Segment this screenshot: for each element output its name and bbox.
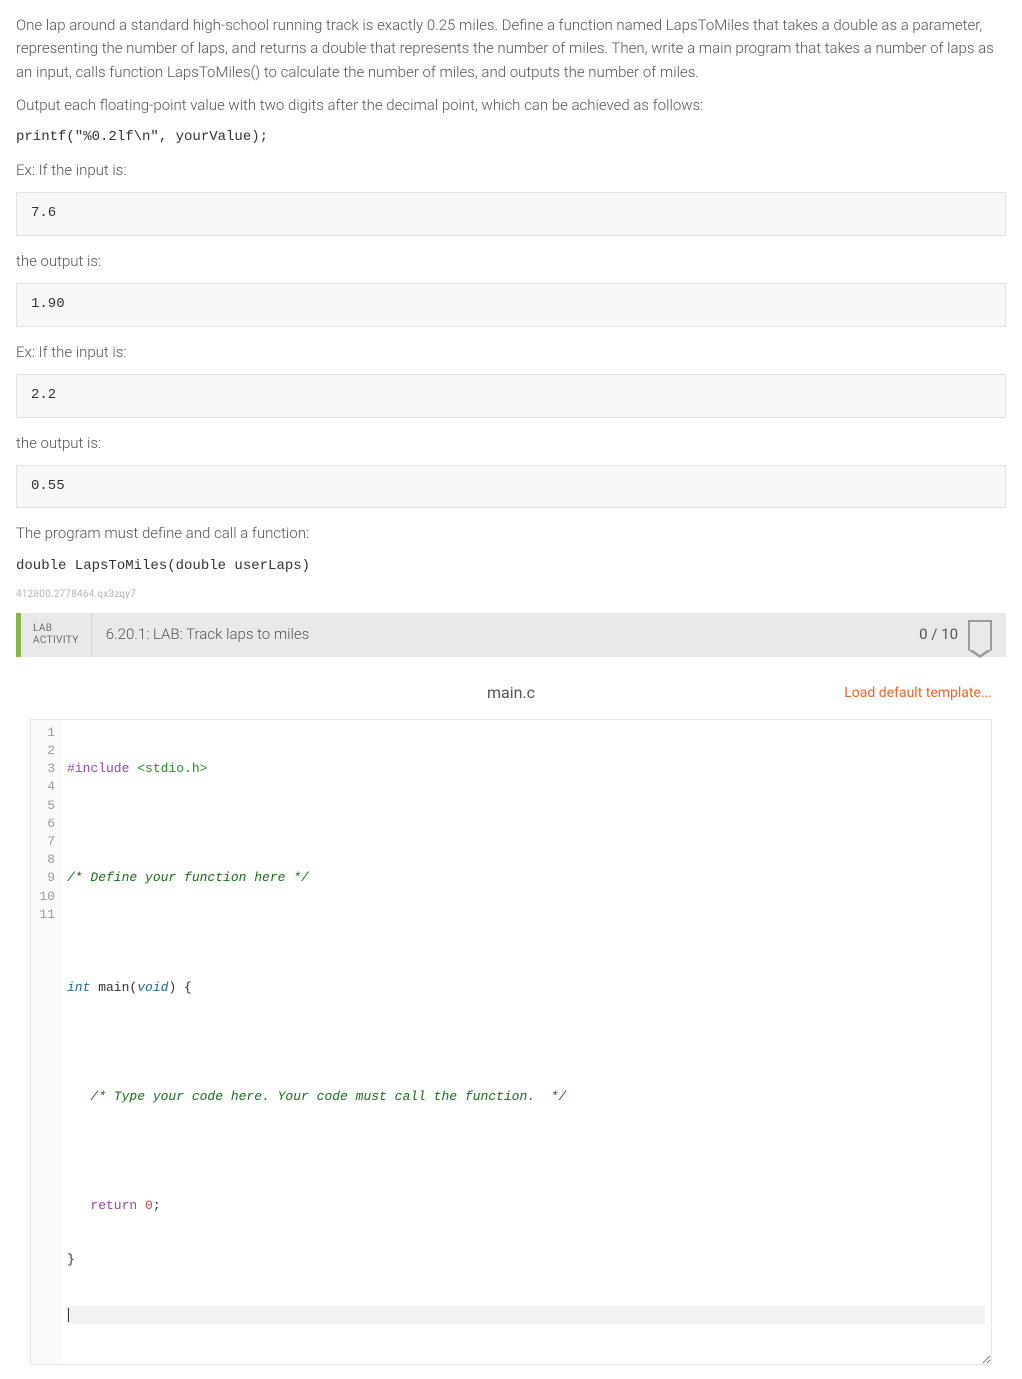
function-signature: double LapsToMiles(double userLaps) (16, 556, 1006, 578)
code-line: int main(void) { (67, 979, 985, 997)
load-default-template-link[interactable]: Load default template... (844, 683, 992, 705)
example-input-box-1: 7.6 (16, 192, 1006, 236)
printf-example: printf("%0.2lf\n", yourValue); (16, 127, 1006, 149)
code-line: /* Define your function here */ (67, 869, 985, 887)
example-input-box-2: 2.2 (16, 374, 1006, 418)
line-number: 8 (33, 851, 55, 869)
instructions-block: One lap around a standard high-school ru… (16, 14, 1006, 603)
line-number: 3 (33, 760, 55, 778)
lab-bar-right: 0 / 10 (919, 620, 992, 650)
instruction-paragraph-1: One lap around a standard high-school ru… (16, 14, 1006, 84)
code-line: #include <stdio.h> (67, 760, 985, 778)
lab-tag-line1: LAB (33, 623, 79, 635)
example-output-box-1: 1.90 (16, 283, 1006, 327)
line-number: 9 (33, 869, 55, 887)
line-number: 1 (33, 724, 55, 742)
code-line (67, 1033, 985, 1051)
lab-activity-tag: LAB ACTIVITY (21, 613, 92, 657)
lab-bar-left: LAB ACTIVITY 6.20.1: LAB: Track laps to … (21, 613, 309, 657)
editor-header: main.c Load default template... (30, 673, 992, 715)
line-number: 6 (33, 815, 55, 833)
code-line-active (67, 1306, 985, 1324)
code-line: return 0; (67, 1197, 985, 1215)
lab-score: 0 / 10 (919, 623, 958, 646)
instruction-paragraph-2: Output each floating-point value with tw… (16, 94, 1006, 117)
example-output-label-1: the output is: (16, 250, 1006, 273)
line-number: 4 (33, 778, 55, 796)
code-editor[interactable]: 1 2 3 4 5 6 7 8 9 10 11 #include <stdio.… (30, 719, 992, 1366)
line-number: 11 (33, 906, 55, 924)
example-input-label-1: Ex: If the input is: (16, 159, 1006, 182)
line-number: 10 (33, 888, 55, 906)
code-line (67, 815, 985, 833)
bookmark-icon[interactable] (968, 620, 992, 650)
line-number-gutter: 1 2 3 4 5 6 7 8 9 10 11 (31, 720, 61, 1365)
example-output-label-2: the output is: (16, 432, 1006, 455)
code-line (67, 1142, 985, 1160)
example-input-label-2: Ex: If the input is: (16, 341, 1006, 364)
code-line (67, 924, 985, 942)
must-define-text: The program must define and call a funct… (16, 522, 1006, 545)
line-number: 2 (33, 742, 55, 760)
editor-section: main.c Load default template... 1 2 3 4 … (16, 657, 1006, 1366)
line-number: 7 (33, 833, 55, 851)
code-line: } (67, 1251, 985, 1269)
line-number: 5 (33, 797, 55, 815)
code-line: /* Type your code here. Your code must c… (67, 1088, 985, 1106)
example-output-box-2: 0.55 (16, 465, 1006, 509)
lab-title: 6.20.1: LAB: Track laps to miles (92, 623, 309, 646)
code-content[interactable]: #include <stdio.h> /* Define your functi… (61, 720, 991, 1365)
lab-activity-bar: LAB ACTIVITY 6.20.1: LAB: Track laps to … (16, 613, 1006, 657)
text-cursor-icon (68, 1308, 69, 1322)
editor-filename: main.c (487, 681, 535, 706)
content-id: 412800.2778464.qx3zqy7 (16, 587, 1006, 603)
lab-tag-line2: ACTIVITY (33, 635, 79, 647)
